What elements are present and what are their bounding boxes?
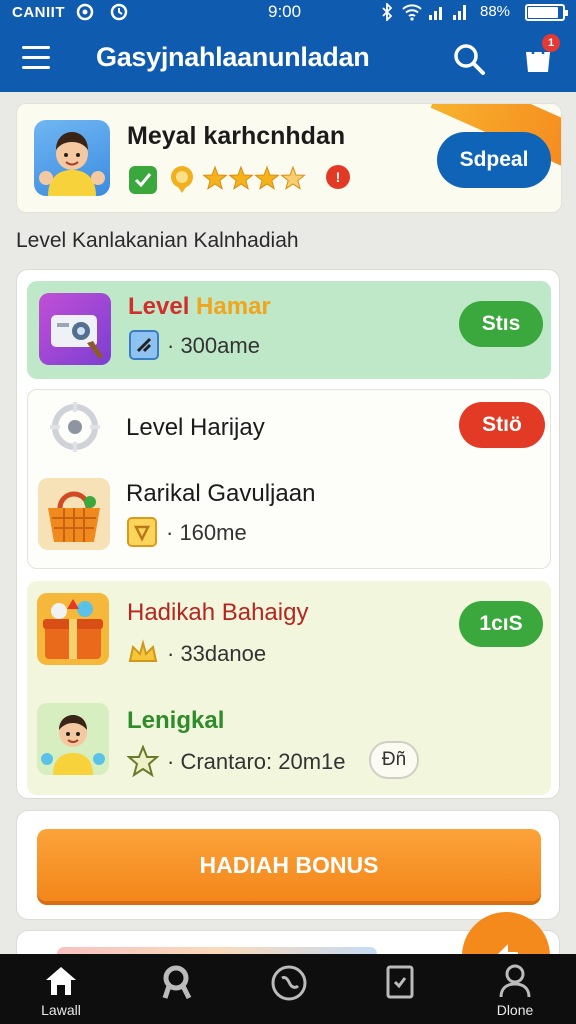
- reward-title: Rarikal Gavuljaan: [126, 480, 316, 507]
- menu-button[interactable]: [22, 46, 50, 70]
- menu-icon-bar: [22, 46, 50, 49]
- section-title: Level Kanlakanian Kalnhadiah: [16, 229, 299, 252]
- sync-icon: [76, 3, 94, 21]
- avatar: [34, 120, 110, 196]
- cart-button[interactable]: 1: [520, 34, 560, 78]
- status-bar: CANIIT 9:00 88%: [0, 0, 576, 26]
- tool-badge-icon: [129, 330, 159, 360]
- reward-title: Hadikah Bahaigy: [127, 599, 309, 626]
- rank-icon: [162, 965, 192, 1000]
- bonus-card: HADIAH BONUS: [16, 810, 560, 920]
- nav-item-profile[interactable]: Dlone: [460, 954, 570, 1024]
- target-icon: [50, 402, 100, 452]
- reward-title: Level Harijay: [126, 414, 265, 441]
- profile-name: Meyal karhcnhdan: [127, 122, 346, 150]
- crown-badge-icon: [128, 639, 158, 662]
- kid-avatar-icon: [39, 132, 105, 196]
- alarm-icon: [110, 3, 128, 21]
- reward-subtitle: · 300ame: [167, 333, 260, 358]
- bonus-button[interactable]: HADIAH BONUS: [37, 829, 541, 901]
- reward-title: Lenigkal: [127, 707, 225, 734]
- clock: 9:00: [268, 2, 302, 21]
- home-icon: [46, 967, 76, 995]
- alert-badge-icon: !: [326, 165, 350, 189]
- basket-icon: [38, 478, 110, 550]
- reward-subtitle: · 33danoe: [167, 641, 267, 666]
- rating-star: [254, 165, 280, 190]
- shield-badge-icon: [127, 517, 157, 547]
- check-badge-icon: [129, 166, 157, 194]
- reward-subtitle: · Crantaro: 20m1e: [167, 749, 346, 774]
- svg-text:!: !: [336, 169, 341, 185]
- nav-item-home[interactable]: Lawall: [6, 954, 116, 1024]
- cart-badge: 1: [542, 34, 560, 52]
- kid-avatar-icon: [37, 703, 109, 775]
- camera-icon: [39, 293, 111, 365]
- profile-card: Meyal karhcnhdan ! Sdpeal: [16, 103, 562, 213]
- gift-box-icon: [37, 593, 109, 665]
- battery-percent: 88%: [480, 3, 511, 20]
- bottom-nav: Lawall Dlone: [0, 954, 576, 1024]
- profile-icon: [499, 964, 531, 998]
- nav-label: Dlone: [496, 1002, 534, 1018]
- carrier-label: CANIIT: [12, 4, 65, 21]
- star-badge-icon: [127, 745, 159, 777]
- signal-icon-2: [453, 5, 466, 20]
- reward-title: Level Hamar: [128, 293, 271, 320]
- reward-tag-button[interactable]: Đñ: [369, 741, 419, 779]
- wifi-icon: [402, 4, 422, 21]
- app-bar: Gasyjnahlaanunladan 1: [0, 26, 576, 92]
- rating-star: [202, 165, 228, 190]
- nav-label: Lawall: [41, 1002, 81, 1018]
- profile-action-button[interactable]: Sdpeal: [437, 132, 551, 188]
- rating-star: [228, 165, 254, 190]
- app-title: Gasyjnahlaanunladan: [96, 42, 370, 72]
- rating-stars: [202, 165, 306, 190]
- medal-icon: [171, 166, 193, 193]
- reward-claim-button[interactable]: Stıs: [459, 301, 543, 347]
- list-item-group: Level Harijay Stıö Rarikal Gavuljaan · 1…: [27, 389, 551, 569]
- reward-list: Level Hamar · 300ame Stıs Level Harijay …: [16, 269, 560, 799]
- battery-icon: [525, 4, 568, 21]
- search-icon[interactable]: [452, 42, 486, 76]
- list-item[interactable]: Level Hamar · 300ame Stıs: [27, 281, 551, 379]
- reward-subtitle: · 160me: [166, 520, 247, 545]
- task-icon: [386, 965, 414, 999]
- reward-claim-button[interactable]: 1cıS: [459, 601, 543, 647]
- signal-icon: [429, 7, 442, 20]
- globe-icon: [271, 965, 307, 1001]
- nav-item-rank[interactable]: [122, 954, 232, 1024]
- rating-star: [280, 165, 306, 190]
- bluetooth-icon: [382, 3, 393, 21]
- reward-claim-button[interactable]: Stıö: [459, 402, 545, 448]
- nav-item-task[interactable]: [345, 954, 455, 1024]
- list-item-group: Hadikah Bahaigy · 33danoe 1cıS Lenigkal …: [27, 581, 551, 795]
- nav-item-globe[interactable]: [233, 954, 343, 1024]
